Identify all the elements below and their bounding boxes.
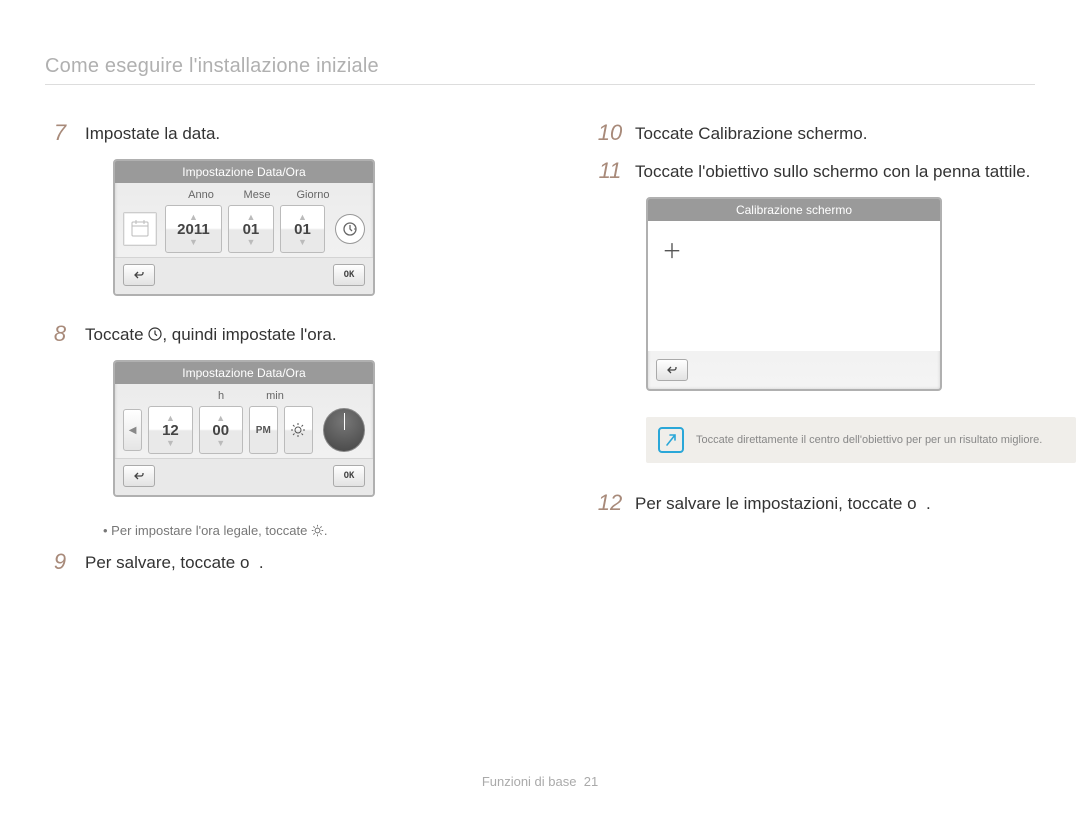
step-number: 10 [595, 121, 625, 145]
columns: 7 Impostate la data. Impostazione Data/O… [45, 121, 1035, 588]
step-number: 7 [45, 121, 75, 145]
step-number: 11 [595, 159, 625, 183]
step-number: 8 [45, 322, 75, 346]
time-labels: h min [123, 390, 365, 402]
tip-text: Toccate direttamente il centro dell'obie… [696, 434, 1042, 446]
clock-mode-icon[interactable] [335, 214, 365, 244]
dst-tile[interactable] [284, 406, 313, 454]
section-title: Come eseguire l'installazione iniziale [45, 55, 1035, 85]
clock-icon [148, 326, 162, 346]
target-icon[interactable]: ＋ [662, 235, 682, 264]
calibration-area[interactable]: ＋ [648, 221, 940, 351]
tip-box: Toccate direttamente il centro dell'obie… [646, 417, 1076, 463]
step-text: Per salvare, toccate o . [85, 550, 485, 573]
step-8: 8 Toccate , quindi impostate l'ora. [45, 322, 485, 346]
month-tile[interactable]: ▲01▼ [228, 205, 274, 253]
date-labels: Anno Mese Giorno [123, 189, 365, 201]
label-year: Anno [180, 189, 222, 201]
step-text: Toccate , quindi impostate l'ora. [85, 322, 485, 346]
step-number: 9 [45, 550, 75, 574]
back-button[interactable] [123, 465, 155, 487]
step-12: 12 Per salvare le impostazioni, toccate … [595, 491, 1035, 515]
panel-footer: OK [115, 257, 373, 294]
back-button[interactable] [123, 264, 155, 286]
ok-button[interactable]: OK [333, 264, 365, 286]
step-11: 11 Toccate l'obiettivo sullo schermo con… [595, 159, 1035, 183]
label-min: min [255, 390, 295, 402]
ampm-tile[interactable]: PM [249, 406, 278, 454]
date-mode-button[interactable]: ◀ [123, 409, 142, 451]
dst-note: • Per impostare l'ora legale, toccate . [103, 523, 485, 540]
page: Come eseguire l'installazione iniziale 7… [0, 0, 1080, 815]
label-h: h [201, 390, 241, 402]
minute-tile[interactable]: ▲00▼ [199, 406, 243, 454]
left-column: 7 Impostate la data. Impostazione Data/O… [45, 121, 485, 588]
date-tiles: ▲2011▼ ▲01▼ ▲01▼ [123, 205, 365, 253]
clock-face-icon [323, 408, 365, 452]
dst-icon [311, 524, 324, 540]
time-tiles: ◀ ▲12▼ ▲00▼ PM [123, 406, 365, 454]
calendar-icon [123, 212, 157, 246]
right-column: 10 Toccate Calibrazione schermo. 11 Tocc… [595, 121, 1035, 588]
step-number: 12 [595, 491, 625, 515]
label-month: Mese [236, 189, 278, 201]
step-text: Per salvare le impostazioni, toccate o . [635, 491, 1035, 514]
panel-body: Anno Mese Giorno ▲2011▼ ▲01▼ ▲01▼ [115, 183, 373, 257]
step-9: 9 Per salvare, toccate o . [45, 550, 485, 574]
panel-title: Calibrazione schermo [648, 199, 940, 221]
panel-title: Impostazione Data/Ora [115, 362, 373, 384]
panel-footer: OK [115, 458, 373, 495]
date-panel: Impostazione Data/Ora Anno Mese Giorno ▲… [113, 159, 375, 296]
label-day: Giorno [292, 189, 334, 201]
info-icon [658, 427, 684, 453]
back-button[interactable] [656, 359, 688, 381]
step-10: 10 Toccate Calibrazione schermo. [595, 121, 1035, 145]
ok-button[interactable]: OK [333, 465, 365, 487]
page-footer: Funzioni di base 21 [0, 774, 1080, 789]
panel-title: Impostazione Data/Ora [115, 161, 373, 183]
year-tile[interactable]: ▲2011▼ [165, 205, 222, 253]
step-text: Impostate la data. [85, 121, 485, 144]
step-text: Toccate Calibrazione schermo. [635, 121, 1035, 144]
calibration-panel: Calibrazione schermo ＋ [646, 197, 942, 391]
time-panel: Impostazione Data/Ora h min ◀ ▲12▼ ▲00▼ … [113, 360, 375, 497]
day-tile[interactable]: ▲01▼ [280, 205, 326, 253]
panel-body: h min ◀ ▲12▼ ▲00▼ PM [115, 384, 373, 458]
hour-tile[interactable]: ▲12▼ [148, 406, 192, 454]
step-7: 7 Impostate la data. [45, 121, 485, 145]
panel-footer [648, 351, 940, 389]
step-text: Toccate l'obiettivo sullo schermo con la… [635, 159, 1035, 182]
